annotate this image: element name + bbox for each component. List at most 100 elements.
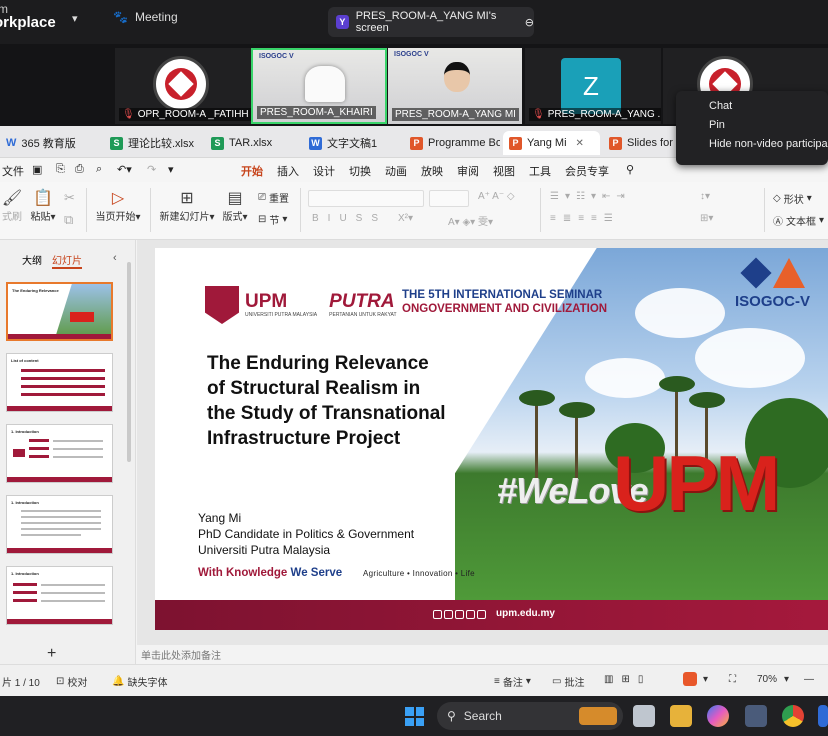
menu-insert[interactable]: 插入 (277, 163, 299, 179)
distribute-icon[interactable]: ⊞▾ (700, 213, 713, 224)
font-name-select[interactable] (308, 190, 424, 207)
menu-animation[interactable]: 动画 (385, 163, 407, 179)
notes-field[interactable]: 单击此处添加备注 (137, 645, 828, 664)
undo-icon[interactable]: ↶▾ (117, 163, 132, 176)
windows-start-icon[interactable] (405, 707, 424, 726)
zoom-out-button[interactable]: — (804, 674, 814, 685)
menu-file[interactable]: 文件 (2, 163, 24, 179)
redo-icon[interactable]: ↷ (147, 163, 156, 176)
layout-button[interactable]: ▤ 版式▾ (220, 188, 250, 223)
start-from-current-button[interactable]: ▷ 当页开始▾ (94, 188, 142, 223)
paste-button[interactable]: 📋 粘贴▾ (30, 188, 56, 223)
close-icon[interactable]: ✕ (576, 138, 584, 149)
font-color-icon[interactable]: A▾ ◈▾ 雯▾ (448, 213, 493, 228)
reset-button[interactable]: ⎚ 重置 (258, 190, 289, 205)
doc-tab[interactable]: P Programme Bo (404, 131, 500, 155)
menu-item-pin[interactable]: Pin (676, 117, 828, 136)
fit-window-icon[interactable]: ⛶ (729, 674, 736, 685)
textbox-button[interactable]: Ⓐ 文本框 ▾ (773, 213, 824, 228)
slide-thumbnail-2[interactable]: List of content (6, 353, 113, 412)
font-size-select[interactable] (429, 190, 469, 207)
slide-title: The Enduring Relevance of Structural Rea… (207, 353, 446, 449)
current-slide[interactable]: #WeLove UPM UPM UNIVERSITI PUTRA MALAYSI… (155, 248, 828, 630)
slide-thumbnail-1[interactable]: The Enduring Relevance (6, 282, 113, 341)
tab-outline[interactable]: 大纲 (22, 252, 42, 269)
doc-tab[interactable]: S 理论比较.xlsx (104, 131, 200, 155)
print-icon[interactable]: ⎙ (75, 163, 84, 176)
doc-tab[interactable]: S TAR.xlsx (205, 131, 298, 155)
menu-review[interactable]: 审阅 (457, 163, 479, 179)
menu-item-chat[interactable]: Chat (676, 98, 828, 117)
search-label: Search (463, 709, 502, 723)
search-icon[interactable]: ⚲ (626, 163, 634, 176)
line-spacing-icon[interactable]: ↕▾ (700, 191, 710, 202)
file-explorer-icon[interactable] (670, 705, 692, 727)
view-mode-buttons[interactable]: ▥⊞▯ (604, 674, 651, 685)
more-options-icon[interactable]: ⊖ (525, 16, 534, 29)
screen-share-pill[interactable]: Y PRES_ROOM-A_YANG MI's screen ⊖ (328, 7, 534, 37)
menu-home[interactable]: 开始 (241, 163, 263, 185)
doc-tab-active[interactable]: P Yang Mi ✕ (503, 131, 600, 155)
notes-toggle[interactable]: ≡ 备注 ▾ (494, 674, 531, 689)
video-tile[interactable]: ISOGOC V PRES_ROOM-A_YANG MI (388, 48, 522, 124)
thumb-title: List of content (11, 358, 39, 363)
website-url: upm.edu.my (496, 608, 555, 619)
menu-item-hide-non-video[interactable]: Hide non-video participants (676, 136, 828, 155)
w365-icon: W (6, 137, 17, 149)
zoom-level[interactable]: 70% (757, 674, 777, 685)
template-icon[interactable]: ⎘ (56, 163, 65, 176)
save-icon[interactable]: ▣ (32, 163, 42, 176)
comments-toggle[interactable]: ▭ 批注 (552, 674, 584, 689)
collapse-panel-icon[interactable]: ‹ (113, 252, 117, 264)
menu-view[interactable]: 视图 (493, 163, 515, 179)
taskbar-search[interactable]: ⚲ Search (437, 702, 623, 730)
meeting-tab[interactable]: 🐾 Meeting (113, 10, 178, 24)
doc-tab-home[interactable]: W 365 教育版 (0, 131, 98, 155)
menu-tools[interactable]: 工具 (529, 163, 551, 179)
chrome-icon[interactable] (782, 705, 804, 727)
writer-file-icon: W (309, 136, 322, 150)
superscript-icon[interactable]: X²▾ (398, 213, 413, 224)
add-slide-button[interactable]: + (47, 645, 56, 663)
copilot-icon[interactable] (707, 705, 729, 727)
doc-tab[interactable]: P Slides for CE (603, 131, 678, 155)
chevron-down-icon[interactable]: ▾ (703, 674, 708, 685)
video-tile[interactable]: Z 🎙 PRES_ROOM-A_YANG ... (525, 48, 661, 124)
format-painter-button[interactable]: 🖌 式刷 (0, 188, 24, 223)
menu-member[interactable]: 会员专享 (565, 163, 609, 179)
store-icon[interactable] (745, 705, 767, 727)
chevron-down-icon[interactable]: ▾ (168, 163, 174, 176)
list-buttons[interactable]: ☰▾☷▾⇤⇥ (550, 191, 631, 202)
new-slide-button[interactable]: ⊞ 新建幻灯片▾ (158, 188, 216, 223)
panel-scrollbar[interactable] (127, 262, 131, 462)
new-slide-icon: ⊞ (180, 190, 194, 207)
menu-transition[interactable]: 切换 (349, 163, 371, 179)
brush-icon: 🖌 (1, 190, 23, 207)
cut-icon[interactable]: ✂ (64, 190, 75, 206)
video-tile[interactable]: 🎙 OPR_ROOM-A _FATIHH (115, 48, 251, 124)
copy-icon[interactable]: ⧉ (64, 212, 73, 228)
warning-icon: 🔔 (112, 676, 125, 687)
shape-button[interactable]: ◇ 形状 ▾ (773, 191, 812, 206)
slide-thumbnail-4[interactable]: 1. Introduction (6, 495, 113, 554)
app-icon[interactable] (818, 705, 828, 727)
menu-slideshow[interactable]: 放映 (421, 163, 443, 179)
section-button[interactable]: ⊟ 节 ▾ (258, 212, 287, 227)
slide-thumbnail-3[interactable]: 1. Introduction (6, 424, 113, 483)
slide-thumbnail-panel: 大纲 幻灯片 ‹ The Enduring Relevance List of … (0, 240, 136, 664)
video-tile-active[interactable]: ISOGOC V PRES_ROOM-A_KHAIRI (251, 48, 387, 124)
tab-slides[interactable]: 幻灯片 (52, 252, 82, 269)
chevron-down-icon[interactable]: ▾ (784, 674, 789, 685)
chevron-down-icon[interactable]: ▾ (72, 12, 78, 25)
text-style-buttons[interactable]: BIUSS (312, 213, 387, 224)
menu-design[interactable]: 设计 (313, 163, 335, 179)
task-view-icon[interactable] (633, 705, 655, 727)
proofing-button[interactable]: ⊡ 校对 (56, 674, 87, 689)
font-size-controls[interactable]: A⁺ A⁻ ◇ (478, 191, 515, 202)
align-buttons[interactable]: ≡≣≡≡☰ (550, 213, 620, 224)
slide-thumbnail-5[interactable]: 1. Introduction (6, 566, 113, 625)
doc-tab[interactable]: W 文字文稿1 (303, 131, 399, 155)
slideshow-play-button[interactable] (683, 672, 697, 686)
preview-icon[interactable]: ⌕ (96, 163, 102, 176)
missing-font-button[interactable]: 🔔 缺失字体 (112, 674, 167, 689)
